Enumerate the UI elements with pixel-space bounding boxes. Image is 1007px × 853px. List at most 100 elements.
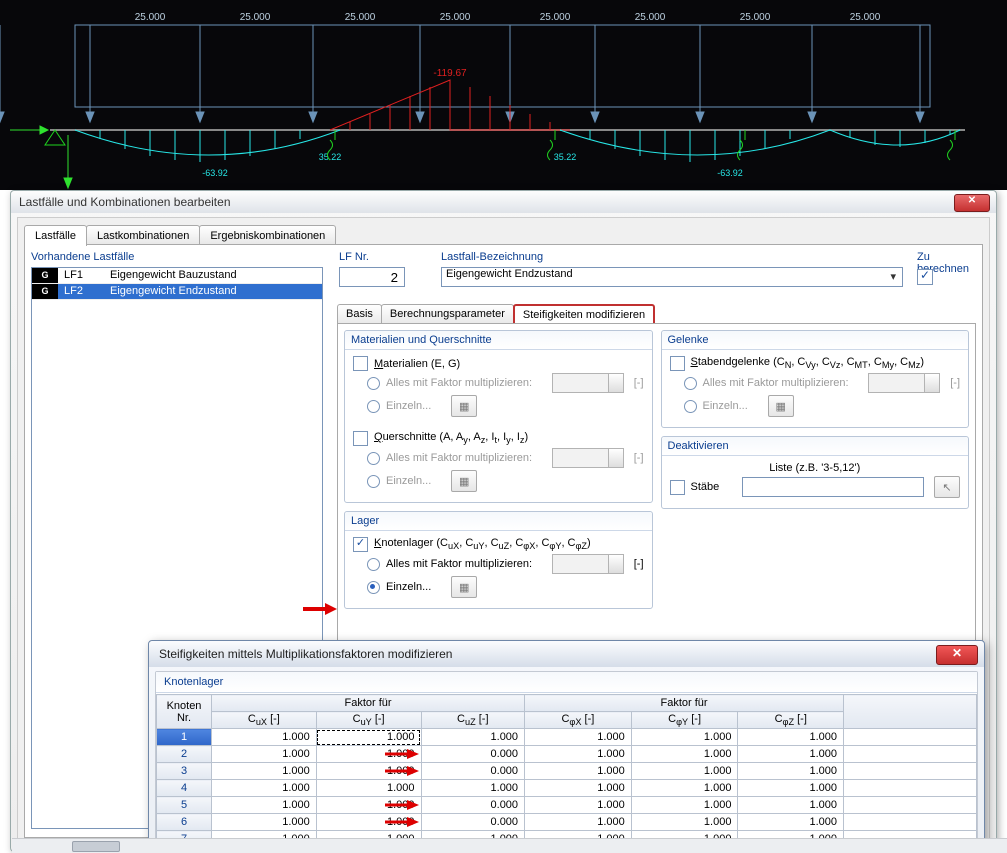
tab-lastfaelle[interactable]: Lastfälle (24, 225, 87, 246)
th-cuz: CuZ [-] (421, 712, 525, 729)
table-row[interactable]: 31.0001.0000.0001.0001.0001.000 (157, 763, 977, 780)
svg-text:25.000: 25.000 (740, 12, 771, 23)
cell-blank (844, 729, 977, 746)
cell[interactable]: 1.000 (738, 780, 844, 797)
row-header[interactable]: 3 (157, 763, 212, 780)
factors-dialog: Steifigkeiten mittels Multiplikationsfak… (148, 640, 985, 850)
materialien-check[interactable] (353, 356, 368, 371)
gel-einzeln-radio (684, 400, 697, 413)
cell[interactable]: 1.000 (525, 729, 632, 746)
list-item-id: LF1 (58, 268, 106, 283)
cell[interactable]: 1.000 (212, 797, 317, 814)
unit-label: [-] (634, 452, 644, 464)
factors-table-container[interactable]: KnotenNr. Faktor für Faktor für CuX [-] … (156, 694, 977, 842)
cell[interactable]: 1.000 (738, 746, 844, 763)
q-edit-button: ▦ (451, 470, 477, 492)
cell[interactable]: 1.000 (212, 729, 317, 746)
cell[interactable]: 1.000 (631, 814, 738, 831)
mat-factor-spin (552, 373, 624, 393)
row-header[interactable]: 4 (157, 780, 212, 797)
gel-einzeln-label: Einzeln... (703, 400, 748, 412)
stabe-check[interactable] (670, 480, 685, 495)
stabe-input[interactable] (742, 477, 924, 497)
cell[interactable]: 1.000 (421, 780, 525, 797)
querschnitte-check[interactable] (353, 431, 368, 446)
dialog-title: Lastfälle und Kombinationen bearbeiten ✕ (11, 191, 996, 213)
svg-text:25.000: 25.000 (440, 12, 471, 23)
cell[interactable]: 1.000 (525, 780, 632, 797)
gel-edit-button: ▦ (768, 395, 794, 417)
cell[interactable]: 1.000 (631, 729, 738, 746)
cell[interactable]: 1.000 (738, 797, 844, 814)
stabe-label: Stäbe (691, 481, 720, 493)
list-item-id: LF2 (58, 284, 106, 299)
cell[interactable]: 1.000 (631, 746, 738, 763)
table-icon: ▦ (459, 400, 469, 413)
table-row[interactable]: 11.0001.0001.0001.0001.0001.000 (157, 729, 977, 746)
svg-text:25.000: 25.000 (345, 12, 376, 23)
lager-edit-button[interactable]: ▦ (451, 576, 477, 598)
row-header[interactable]: 6 (157, 814, 212, 831)
cell[interactable]: 1.000 (525, 814, 632, 831)
scrollbar-thumb[interactable] (72, 841, 120, 852)
factors-close-button[interactable]: ✕ (936, 645, 978, 665)
cell[interactable]: 1.000 (525, 746, 632, 763)
dialog-close-button[interactable]: ✕ (954, 194, 990, 212)
row-header[interactable]: 1 (157, 729, 212, 746)
list-item[interactable]: G LF2 Eigengewicht Endzustand (32, 284, 322, 300)
cell[interactable]: 1.000 (316, 763, 421, 780)
cell[interactable]: 1.000 (525, 797, 632, 814)
cell[interactable]: 0.000 (421, 814, 525, 831)
calc-checkbox[interactable]: ✓ (917, 269, 933, 285)
knotenlager-check[interactable] (353, 537, 368, 552)
cell[interactable]: 1.000 (738, 729, 844, 746)
cell[interactable]: 0.000 (421, 797, 525, 814)
cell[interactable]: 1.000 (631, 780, 738, 797)
cell[interactable]: 0.000 (421, 746, 525, 763)
svg-text:25.000: 25.000 (850, 12, 881, 23)
cell[interactable]: 1.000 (631, 763, 738, 780)
svg-text:-119.67: -119.67 (433, 68, 467, 79)
table-row[interactable]: 41.0001.0001.0001.0001.0001.000 (157, 780, 977, 797)
cell[interactable]: 1.000 (525, 763, 632, 780)
cell[interactable]: 1.000 (212, 746, 317, 763)
cell[interactable]: 1.000 (316, 780, 421, 797)
tab-ergebniskombinationen[interactable]: Ergebniskombinationen (199, 225, 336, 246)
cell[interactable]: 0.000 (421, 763, 525, 780)
tab-lastkombinationen[interactable]: Lastkombinationen (86, 225, 200, 246)
bezeichnung-combo[interactable]: Eigengewicht Endzustand (441, 267, 903, 287)
factors-table[interactable]: KnotenNr. Faktor für Faktor für CuX [-] … (156, 694, 977, 842)
cell[interactable]: 1.000 (316, 814, 421, 831)
cell[interactable]: 1.000 (631, 797, 738, 814)
cell[interactable]: 1.000 (421, 729, 525, 746)
svg-text:-63.92: -63.92 (202, 168, 228, 178)
gel-alles-radio (684, 377, 697, 390)
table-icon: ▦ (459, 581, 469, 594)
cell[interactable]: 1.000 (212, 763, 317, 780)
factors-body: Knotenlager KnotenNr. Faktor für Faktor … (155, 671, 978, 843)
cell[interactable]: 1.000 (212, 814, 317, 831)
stabe-pick-button[interactable]: ↖ (934, 476, 960, 498)
table-row[interactable]: 61.0001.0000.0001.0001.0001.000 (157, 814, 977, 831)
lfnr-input[interactable] (339, 267, 405, 287)
cell[interactable]: 1.000 (316, 729, 421, 746)
lager-factor-spin[interactable] (552, 554, 624, 574)
close-icon: ✕ (952, 646, 962, 660)
cell[interactable]: 1.000 (738, 814, 844, 831)
window-scrollbar[interactable] (12, 838, 1007, 853)
cell[interactable]: 1.000 (316, 797, 421, 814)
table-row[interactable]: 51.0001.0000.0001.0001.0001.000 (157, 797, 977, 814)
th-faktor-2: Faktor für (525, 695, 844, 712)
factors-title-text: Steifigkeiten mittels Multiplikationsfak… (159, 647, 452, 661)
table-row[interactable]: 21.0001.0000.0001.0001.0001.000 (157, 746, 977, 763)
cell[interactable]: 1.000 (738, 763, 844, 780)
stabendgelenke-check[interactable] (670, 356, 685, 371)
svg-text:-63.92: -63.92 (717, 168, 743, 178)
row-header[interactable]: 2 (157, 746, 212, 763)
row-header[interactable]: 5 (157, 797, 212, 814)
lager-alles-radio[interactable] (367, 558, 380, 571)
cell[interactable]: 1.000 (316, 746, 421, 763)
list-item[interactable]: G LF1 Eigengewicht Bauzustand (32, 268, 322, 284)
lager-einzeln-radio[interactable] (367, 581, 380, 594)
cell[interactable]: 1.000 (212, 780, 317, 797)
